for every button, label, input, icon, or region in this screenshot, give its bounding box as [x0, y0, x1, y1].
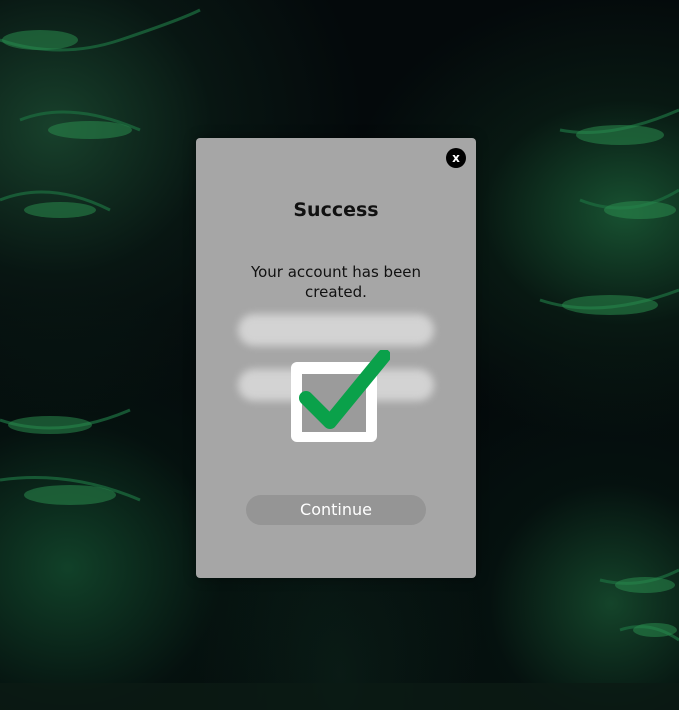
dialog-message: Your account has been created.	[250, 263, 422, 301]
checkbox-checked-icon	[286, 349, 391, 450]
continue-button[interactable]: Continue	[246, 495, 426, 525]
success-dialog: x Success Your account has been created.…	[196, 138, 476, 578]
dialog-title: Success	[293, 199, 379, 221]
blurred-field-background	[238, 314, 434, 346]
close-icon: x	[452, 151, 460, 165]
close-button[interactable]: x	[446, 148, 466, 168]
